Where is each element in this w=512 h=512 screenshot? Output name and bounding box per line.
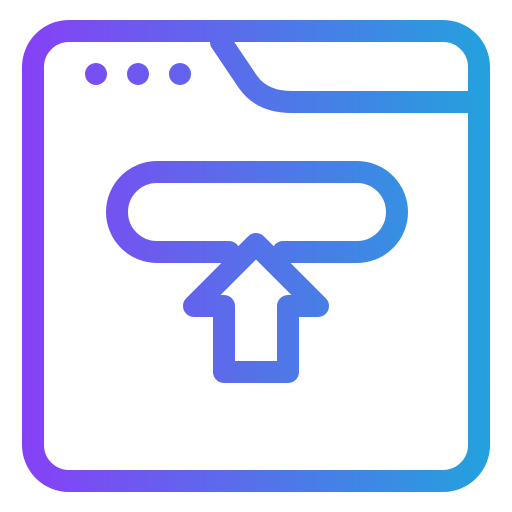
window-dot-icon [127, 63, 149, 85]
browser-upload-icon [0, 0, 512, 512]
upload-arrow-icon [183, 233, 329, 383]
window-dot-icon [169, 63, 191, 85]
window-dot-icon [85, 63, 107, 85]
window-tab [210, 31, 479, 113]
window-dots [85, 63, 191, 85]
